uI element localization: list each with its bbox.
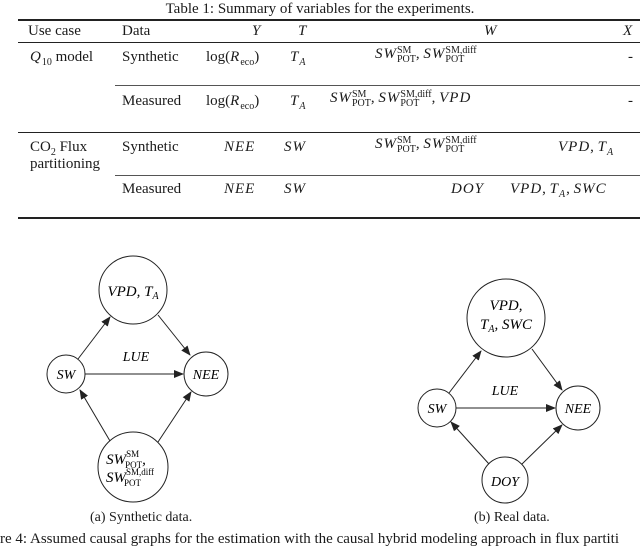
- row3-w: SW SM POT, SW SM,diff POT: [375, 135, 477, 155]
- figure-caption: re 4: Assumed causal graphs for the esti…: [0, 531, 620, 547]
- header-t: T: [298, 23, 308, 39]
- row2-data: Measured: [122, 93, 182, 109]
- header-y: Y: [252, 23, 262, 39]
- edge-vpd-nee: [531, 348, 563, 391]
- row3-x: VPD, TA: [558, 139, 615, 158]
- row3-y: NEE: [224, 139, 256, 155]
- top-rule: [18, 19, 640, 21]
- row4-t: SW: [284, 181, 306, 197]
- header-use-case: Use case: [28, 23, 81, 39]
- bottom-rule: [18, 217, 640, 219]
- row3-data: Synthetic: [122, 139, 179, 155]
- table-caption: Table 1: Summary of variables for the ex…: [165, 1, 475, 17]
- header-w: W: [484, 23, 498, 39]
- row1-data: Synthetic: [122, 49, 179, 65]
- node-vpd-label: VPD,: [490, 298, 523, 314]
- row1-w: SW SM POT, SW SM,diff POT: [375, 45, 477, 65]
- edge-swpot-nee: [157, 391, 192, 443]
- causal-graph-b: VPD, TA, SWC SW NEE LUE DOY: [417, 278, 601, 504]
- edge-sw-vpd: [77, 316, 111, 360]
- row2-x: -: [628, 93, 633, 109]
- edge-label-lue: LUE: [491, 384, 519, 399]
- group-rule: [18, 132, 640, 133]
- row1-y: log(Reco): [206, 49, 260, 68]
- edge-doy-sw: [450, 421, 490, 465]
- subcaption-a: (a) Synthetic data.: [90, 510, 193, 525]
- row4-x: VPD, TA, SWC: [510, 181, 607, 200]
- row1-t: TA: [290, 49, 307, 68]
- edge-vpd-nee: [157, 314, 191, 356]
- row4-data: Measured: [122, 181, 182, 197]
- edge-label-lue: LUE: [122, 350, 150, 365]
- node-sw-label: SW: [57, 368, 77, 383]
- row3-t: SW: [284, 139, 306, 155]
- row4-y: NEE: [224, 181, 256, 197]
- node-ta-swc-label: TA, SWC: [480, 317, 533, 335]
- edge-sw-vpd: [448, 350, 482, 394]
- node-doy-label: DOY: [490, 475, 521, 490]
- node-sw-label: SW: [428, 402, 448, 417]
- row2-w: SW SM POT, SW SM,diff POT, VPD: [330, 89, 472, 109]
- row1-x: -: [628, 49, 633, 65]
- header-data: Data: [122, 23, 151, 39]
- node-nee-label: NEE: [192, 368, 220, 383]
- row2-y: log(Reco): [206, 93, 260, 112]
- header-x: X: [623, 23, 634, 39]
- row1-use-case: Q10 model: [30, 49, 94, 68]
- edge-doy-nee: [521, 424, 563, 465]
- node-nee-label: NEE: [564, 402, 592, 417]
- row3-use-case-2: partitioning: [30, 156, 100, 172]
- row4-w: DOY: [451, 181, 485, 197]
- row2-t: TA: [290, 93, 307, 112]
- subcaption-b: (b) Real data.: [474, 510, 550, 525]
- edge-swpot-sw: [79, 389, 111, 442]
- header-rule: [18, 42, 640, 43]
- row-rule-2: [115, 175, 640, 176]
- node-vpd-ta-label: VPD, TA: [107, 284, 159, 302]
- causal-graph-a: VPD, TA SW NEE LUE SWSM POT, SWSM,diff POT: [46, 255, 229, 503]
- row-rule-1: [115, 85, 640, 86]
